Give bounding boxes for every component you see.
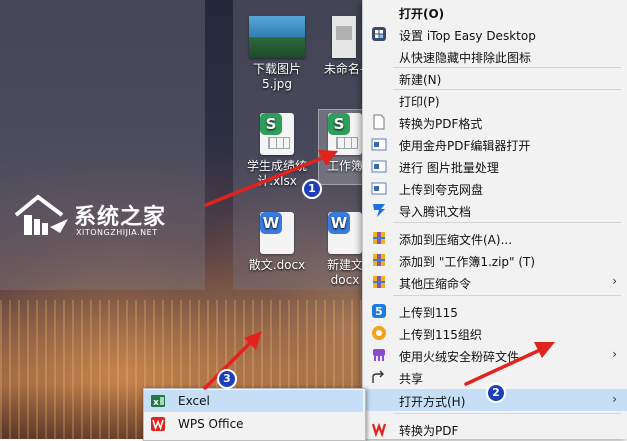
quark-cloud-icon — [371, 182, 387, 195]
menu-item-quark-upload[interactable]: 上传到夸克网盘 — [363, 177, 627, 199]
submenu-item-excel[interactable]: x Excel — [144, 390, 363, 412]
wps-writer-icon: W — [260, 212, 294, 254]
menu-item-upload-115[interactable]: 5 上传到115 — [363, 300, 627, 322]
icon-label: 学生成绩统 — [246, 159, 307, 173]
menu-item-convert-pdf-format[interactable]: 转换为PDF格式 — [363, 111, 627, 133]
image-thumbnail-icon — [249, 16, 305, 58]
wps-spreadsheet-icon: S — [260, 113, 294, 155]
wps-spreadsheet-icon: S — [328, 113, 362, 155]
menu-separator — [393, 413, 621, 414]
itop-icon — [372, 27, 386, 41]
svg-text:5: 5 — [375, 305, 383, 318]
archive-icon — [373, 276, 385, 288]
share-icon — [372, 370, 384, 383]
tencent-docs-icon — [373, 204, 385, 217]
image-batch-icon — [371, 160, 387, 173]
wps-office-icon — [151, 417, 165, 431]
context-menu: 打开(O) 设置 iTop Easy Desktop 从快速隐藏中排除此图标 新… — [362, 0, 627, 439]
excel-icon: x — [151, 395, 165, 408]
menu-item-tencent-docs[interactable]: 导入腾讯文档 — [363, 199, 627, 221]
menu-item-add-archive[interactable]: 添加到压缩文件(A)... — [363, 227, 627, 249]
menu-separator — [393, 222, 621, 223]
desktop-icon-download-image[interactable]: 下载图片 5.jpg — [242, 16, 312, 92]
menu-item-exclude-hide[interactable]: 从快速隐藏中排除此图标 — [363, 45, 627, 67]
archive-icon — [373, 232, 385, 244]
menu-separator — [393, 295, 621, 296]
upload-115-icon: 5 — [372, 304, 386, 318]
menu-item-upload-115-org[interactable]: 上传到115组织 — [363, 322, 627, 344]
icon-label: 5.jpg — [261, 77, 293, 91]
open-with-submenu: x Excel WPS Office — [143, 388, 366, 441]
wps-writer-icon: W — [328, 212, 362, 254]
menu-item-print[interactable]: 打印(P) — [363, 89, 627, 111]
watermark-title: 系统之家 — [74, 205, 167, 230]
image-thumbnail-icon — [332, 16, 356, 58]
svg-text:x: x — [153, 398, 159, 408]
icon-label: 散文.docx — [248, 258, 306, 272]
menu-item-huorong-shred[interactable]: 使用火绒安全粉碎文件 › — [363, 344, 627, 366]
desktop-overlay-left — [0, 0, 205, 290]
chevron-right-icon: › — [612, 347, 617, 361]
wps-pdf-icon — [371, 422, 387, 437]
menu-item-other-archive[interactable]: 其他压缩命令 › — [363, 271, 627, 293]
watermark-subtitle: XITONGZHIJIA.NET — [76, 228, 158, 237]
icon-label: 下载图片 — [252, 62, 301, 76]
shredder-icon — [373, 349, 385, 361]
menu-item-jinzhou-pdf[interactable]: 使用金舟PDF编辑器打开 — [363, 133, 627, 155]
upload-115-org-icon — [372, 326, 386, 340]
step-badge-1: 1 — [302, 179, 322, 199]
menu-item-new[interactable]: 新建(N) — [363, 67, 627, 89]
submenu-item-wps-office[interactable]: WPS Office — [144, 413, 363, 435]
archive-icon — [373, 254, 385, 266]
house-logo-icon — [14, 194, 68, 235]
menu-item-itop[interactable]: 设置 iTop Easy Desktop — [363, 23, 627, 45]
menu-item-add-zip[interactable]: 添加到 "工作簿1.zip" (T) — [363, 249, 627, 271]
chevron-right-icon: › — [612, 274, 617, 288]
step-badge-3: 3 — [217, 369, 237, 389]
step-badge-2: 2 — [486, 383, 506, 403]
pdf-editor-icon — [371, 138, 387, 151]
document-icon — [373, 114, 385, 130]
chevron-right-icon: › — [612, 392, 617, 406]
desktop-icon-student-grades[interactable]: S 学生成绩统 计.xlsx — [242, 113, 312, 189]
menu-item-convert-pdf[interactable]: 转换为PDF — [363, 418, 627, 440]
menu-item-batch-image[interactable]: 进行 图片批量处理 — [363, 155, 627, 177]
desktop-icon-essay[interactable]: W 散文.docx — [242, 212, 312, 273]
menu-item-open[interactable]: 打开(O) — [363, 1, 627, 23]
